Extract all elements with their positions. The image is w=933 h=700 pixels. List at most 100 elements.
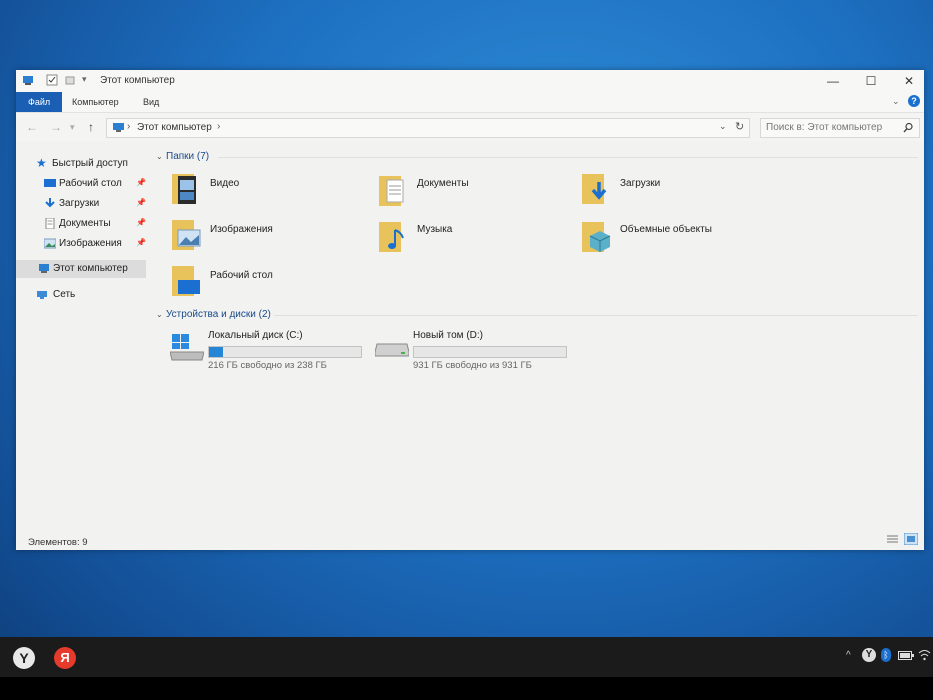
folder-item[interactable]: Музыка (379, 216, 579, 260)
wifi-icon[interactable] (918, 648, 931, 661)
computer-icon (23, 76, 33, 85)
ribbon: Файл Компьютер Вид ⌄ ? (16, 92, 924, 113)
navigation-pane: ★ Быстрый доступ Рабочий стол 📌 Загрузки… (16, 150, 151, 530)
help-icon[interactable]: ? (908, 95, 920, 107)
sidebar-item-label: Изображения (59, 238, 122, 249)
collapse-group-icon[interactable]: ⌄ (156, 152, 163, 161)
sidebar-item-label: Загрузки (59, 198, 100, 209)
video-folder-icon (172, 174, 196, 204)
folder-item[interactable]: Видео (172, 170, 372, 214)
folder-item[interactable]: Рабочий стол (172, 262, 372, 306)
folder-item[interactable]: Объемные объекты (582, 216, 782, 260)
star-icon: ★ (36, 156, 47, 170)
back-icon[interactable]: ← (26, 120, 38, 134)
refresh-icon[interactable]: ↻ (735, 120, 744, 133)
recent-locations-icon[interactable]: ▾ (70, 122, 75, 133)
explorer-window: ▾ Этот компьютер — ☐ ✕ Файл Компьютер Ви… (16, 70, 924, 550)
pin-icon[interactable]: 📌 (136, 218, 146, 227)
folder-name: Документы (417, 178, 469, 189)
music-folder-icon (379, 222, 404, 252)
pin-icon[interactable]: 📌 (136, 238, 146, 247)
minimize-button[interactable]: — (814, 70, 852, 92)
yandex-browser-icon[interactable]: Y (13, 647, 35, 669)
battery-icon[interactable] (898, 651, 914, 660)
tab-view[interactable]: Вид (143, 92, 159, 112)
drive-free-space: 216 ГБ свободно из 238 ГБ (208, 360, 327, 371)
pictures-folder-icon (172, 220, 201, 250)
folder-item[interactable]: Загрузки (582, 170, 782, 214)
hard-drive-icon (375, 343, 409, 357)
drive-name: Новый том (D:) (413, 330, 483, 341)
group-divider (274, 315, 918, 316)
sidebar-item-downloads[interactable]: Загрузки 📌 (16, 195, 146, 213)
maximize-button[interactable]: ☐ (852, 70, 890, 92)
search-box[interactable]: Поиск в: Этот компьютер (760, 118, 920, 138)
sidebar-item-label: Рабочий стол (59, 178, 122, 189)
folder-name: Объемные объекты (620, 224, 712, 235)
show-hidden-icons-icon[interactable]: ^ (846, 650, 851, 661)
folder-name: Изображения (210, 224, 273, 235)
group-header-devices[interactable]: Устройства и диски (2) (166, 309, 271, 320)
downloads-icon (45, 198, 55, 208)
taskbar: Y Я ^ Y ᛒ (0, 637, 933, 677)
sidebar-item-label: Сеть (53, 289, 76, 300)
pictures-icon (44, 238, 56, 249)
folder-name: Видео (210, 178, 240, 189)
screen-bezel (0, 677, 933, 700)
sidebar-item-desktop[interactable]: Рабочий стол 📌 (16, 175, 146, 193)
address-path[interactable]: Этот компьютер (137, 122, 212, 133)
content-pane: ⌄ Папки (7) Видео Документы Загрузки Изо… (154, 148, 920, 538)
tab-computer[interactable]: Компьютер (72, 92, 119, 112)
folder-name: Загрузки (620, 178, 661, 189)
drive-usage-fill (209, 347, 223, 357)
new-folder-icon[interactable] (64, 74, 76, 86)
sidebar-item-label: Быстрый доступ (52, 158, 128, 169)
search-placeholder[interactable]: Поиск в: Этот компьютер (766, 122, 882, 133)
sidebar-item-label: Этот компьютер (53, 263, 128, 274)
network-icon (37, 291, 47, 299)
folder-item[interactable]: Изображения (172, 216, 372, 260)
sidebar-item-network[interactable]: Сеть (16, 286, 146, 304)
folder-name: Рабочий стол (210, 270, 273, 281)
search-icon[interactable] (903, 122, 914, 133)
sidebar-item-quick-access[interactable]: ★ Быстрый доступ (16, 155, 146, 173)
desktop-icon (44, 179, 56, 187)
sidebar-item-label: Документы (59, 218, 111, 229)
address-bar[interactable]: › Этот компьютер › ⌄ ↻ (106, 118, 750, 138)
sidebar-item-pictures[interactable]: Изображения 📌 (16, 235, 146, 253)
up-icon[interactable]: ↑ (88, 120, 94, 134)
expand-ribbon-icon[interactable]: ⌄ (892, 96, 900, 107)
title-bar: ▾ Этот компьютер — ☐ ✕ (16, 70, 924, 92)
drive-item-c[interactable]: Локальный диск (C:) 216 ГБ свободно из 2… (170, 328, 370, 372)
this-pc-icon (113, 123, 124, 132)
customize-quick-access-icon[interactable]: ▾ (82, 74, 87, 85)
folder-name: Музыка (417, 224, 453, 235)
collapse-group-icon[interactable]: ⌄ (156, 310, 163, 319)
breadcrumb-separator-icon: › (127, 121, 131, 132)
window-title: Этот компьютер (100, 75, 175, 86)
system-drive-icon (170, 334, 204, 361)
tab-file[interactable]: Файл (16, 92, 63, 112)
drive-item-d[interactable]: Новый том (D:) 931 ГБ свободно из 931 ГБ (375, 328, 575, 372)
pin-icon[interactable]: 📌 (136, 178, 146, 187)
bluetooth-icon[interactable]: ᛒ (881, 648, 891, 662)
sidebar-item-documents[interactable]: Документы 📌 (16, 215, 146, 233)
properties-icon[interactable] (46, 74, 58, 86)
pin-icon[interactable]: 📌 (136, 198, 146, 207)
drive-free-space: 931 ГБ свободно из 931 ГБ (413, 360, 532, 371)
large-icons-view-icon[interactable] (904, 533, 918, 545)
drive-usage-bar (413, 346, 567, 358)
drive-name: Локальный диск (C:) (208, 330, 303, 341)
breadcrumb-chevron-icon[interactable]: › (217, 121, 220, 132)
close-button[interactable]: ✕ (890, 70, 928, 92)
address-dropdown-icon[interactable]: ⌄ (719, 121, 727, 132)
forward-icon[interactable]: → (50, 120, 62, 134)
drive-usage-bar (208, 346, 362, 358)
yandex-tray-icon[interactable]: Y (862, 648, 876, 662)
folder-item[interactable]: Документы (379, 170, 579, 214)
sidebar-item-this-pc[interactable]: Этот компьютер (16, 260, 146, 278)
group-header-folders[interactable]: Папки (7) (166, 151, 209, 162)
this-pc-icon (39, 264, 49, 273)
yandex-icon[interactable]: Я (54, 647, 76, 669)
details-view-icon[interactable] (886, 534, 899, 545)
